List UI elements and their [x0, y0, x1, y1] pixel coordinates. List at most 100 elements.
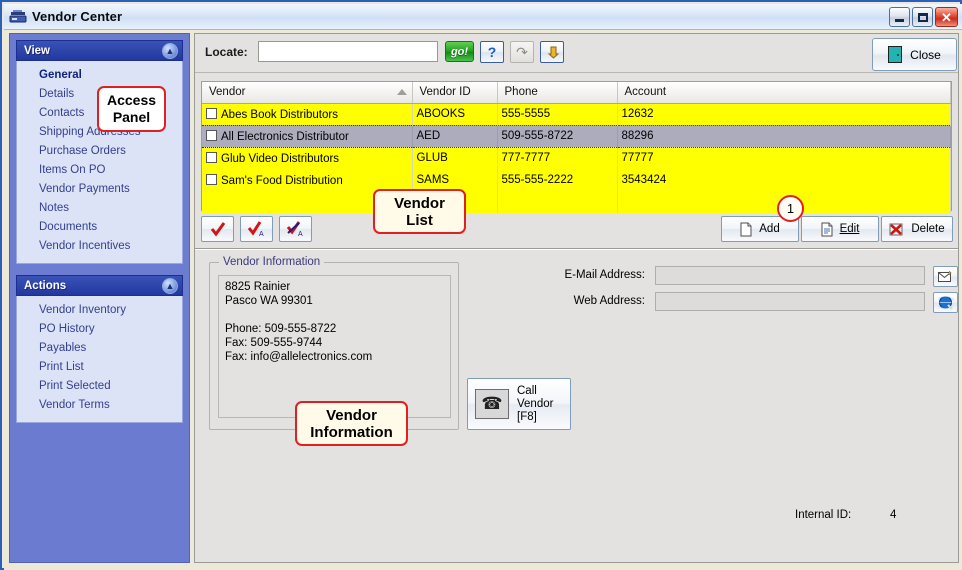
vendor-window-icon	[9, 8, 27, 26]
cell-phone: 555-5555	[497, 103, 618, 125]
sidebar-item-vendor-terms[interactable]: Vendor Terms	[17, 396, 182, 415]
cell-vendor-id: SAMS	[412, 169, 498, 191]
cell-account: 12632	[617, 103, 951, 125]
table-row[interactable]: Glub Video Distributors GLUB 777-7777 77…	[202, 147, 951, 169]
call-vendor-button[interactable]: ☎ Call Vendor [F8]	[467, 378, 571, 430]
sidebar-item-documents[interactable]: Documents	[17, 218, 182, 237]
yellow-arrow-icon	[547, 46, 559, 59]
svg-text:A: A	[259, 231, 264, 237]
close-button[interactable]: Close	[872, 38, 957, 71]
sidebar-item-vendor-payments[interactable]: Vendor Payments	[17, 180, 182, 199]
help-button[interactable]: ?	[480, 41, 504, 63]
jump-button[interactable]	[540, 41, 564, 63]
cell-vendor[interactable]: Abes Book Distributors	[202, 103, 413, 125]
chevron-up-icon[interactable]: ▲	[162, 43, 178, 59]
internal-id-label: Internal ID:	[795, 509, 852, 521]
internal-id-value: 4	[890, 509, 897, 521]
table-body: Abes Book Distributors ABOOKS 555-5555 1…	[202, 103, 951, 213]
sidebar-item-print-list[interactable]: Print List	[17, 358, 182, 377]
maximize-icon	[917, 12, 928, 22]
grid-button-bar: A A Add Edit Delete	[201, 216, 953, 246]
cell-vendor-label: Abes Book Distributors	[221, 108, 338, 121]
sidebar-item-vendor-inventory[interactable]: Vendor Inventory	[17, 301, 182, 320]
title-bar[interactable]: Vendor Center ✕	[4, 4, 962, 30]
main-pane: Locate: go! ? ↷ Vendor Vendor ID Phone A…	[194, 33, 959, 563]
cell-vendor[interactable]: Sam's Food Distribution	[202, 169, 413, 191]
cell-vendor-label: Glub Video Distributors	[221, 152, 340, 165]
sidebar-item-print-selected[interactable]: Print Selected	[17, 377, 182, 396]
row-checkbox[interactable]	[206, 151, 217, 163]
cell-vendor-label: Sam's Food Distribution	[221, 174, 343, 187]
sidebar-item-po-history[interactable]: PO History	[17, 320, 182, 339]
close-icon: ✕	[941, 9, 952, 25]
sidebar-item-notes[interactable]: Notes	[17, 199, 182, 218]
nav-group-actions-header[interactable]: Actions ▲	[16, 275, 183, 296]
cell-account: 77777	[617, 147, 951, 169]
locate-input[interactable]	[258, 41, 438, 62]
edit-button-label: Edit	[839, 223, 860, 235]
column-header-vendor[interactable]: Vendor	[202, 82, 413, 104]
row-checkbox[interactable]	[206, 107, 217, 119]
delete-button[interactable]: Delete	[881, 216, 953, 242]
edit-button[interactable]: Edit	[801, 216, 879, 242]
check-one-button[interactable]	[201, 216, 234, 242]
refresh-icon: ↷	[516, 44, 528, 60]
call-vendor-label: Call Vendor [F8]	[517, 384, 554, 423]
callout-access-panel: Access Panel	[97, 86, 166, 132]
nav-group-view-header[interactable]: View ▲	[16, 40, 183, 61]
cell-vendor[interactable]: Glub Video Distributors	[202, 147, 413, 169]
sort-ascending-icon	[396, 89, 407, 95]
cell-account: 3543424	[617, 169, 951, 191]
window-title: Vendor Center	[32, 9, 123, 24]
maximize-button[interactable]	[912, 7, 933, 27]
email-address-field[interactable]	[655, 266, 925, 285]
close-window-button[interactable]: ✕	[935, 7, 958, 27]
column-header-vendor-label: Vendor	[209, 86, 246, 99]
globe-icon	[937, 295, 954, 310]
cell-vendor-id: ABOOKS	[412, 103, 498, 125]
minimize-button[interactable]	[889, 7, 910, 27]
vendor-list-grid[interactable]: Vendor Vendor ID Phone Account Abes Book…	[201, 81, 952, 213]
column-header-phone[interactable]: Phone	[497, 82, 618, 104]
web-address-label: Web Address:	[573, 295, 645, 307]
delete-button-label: Delete	[911, 223, 945, 235]
nav-group-actions-title: Actions	[24, 279, 67, 292]
red-check-icon	[210, 222, 225, 237]
table-row[interactable]: Abes Book Distributors ABOOKS 555-5555 1…	[202, 103, 951, 125]
cell-vendor-id: AED	[412, 124, 498, 148]
table-row[interactable]: Sam's Food Distribution SAMS 555-555-222…	[202, 169, 951, 191]
check-all-button[interactable]: A	[240, 216, 273, 242]
red-check-all-icon: A	[247, 221, 264, 237]
refresh-button[interactable]: ↷	[510, 41, 534, 63]
nav-group-actions-body: Vendor Inventory PO History Payables Pri…	[16, 296, 183, 423]
callout-vendor-list: Vendor List	[373, 189, 466, 234]
vendor-information-title: Vendor Information	[219, 256, 325, 268]
table-empty-row	[202, 191, 951, 213]
row-checkbox[interactable]	[206, 129, 217, 141]
sidebar-item-items-on-po[interactable]: Items On PO	[17, 161, 182, 180]
chevron-up-icon[interactable]: ▲	[162, 278, 178, 294]
callout-bubble-1: 1	[777, 195, 804, 222]
question-mark-icon: ?	[487, 44, 497, 60]
sidebar-item-purchase-orders[interactable]: Purchase Orders	[17, 142, 182, 161]
sidebar-item-general[interactable]: General	[17, 66, 182, 85]
add-button-label: Add	[759, 223, 780, 235]
cell-vendor-label: All Electronics Distributor	[221, 130, 349, 143]
go-button[interactable]: go!	[445, 41, 474, 62]
send-email-button[interactable]	[933, 266, 958, 287]
column-header-account[interactable]: Account	[617, 82, 951, 104]
open-web-button[interactable]	[933, 292, 958, 313]
table-row[interactable]: All Electronics Distributor AED 509-555-…	[202, 124, 951, 148]
red-uncheck-all-icon: A	[286, 221, 303, 237]
cell-vendor[interactable]: All Electronics Distributor	[202, 124, 413, 148]
uncheck-all-button[interactable]: A	[279, 216, 312, 242]
table-header-row: Vendor Vendor ID Phone Account	[202, 82, 951, 104]
row-checkbox[interactable]	[206, 173, 217, 185]
edit-document-icon	[821, 222, 833, 236]
sidebar-item-vendor-incentives[interactable]: Vendor Incentives	[17, 237, 182, 256]
new-document-icon	[740, 222, 752, 236]
column-header-vendor-id[interactable]: Vendor ID	[412, 82, 498, 104]
sidebar-item-payables[interactable]: Payables	[17, 339, 182, 358]
web-address-field[interactable]	[655, 292, 925, 311]
locate-label: Locate:	[205, 45, 248, 59]
